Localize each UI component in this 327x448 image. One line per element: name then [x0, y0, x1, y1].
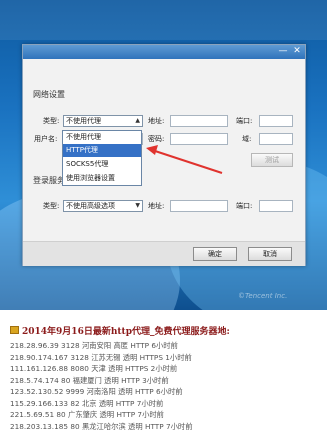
- network-section-title: 网络设置: [33, 90, 65, 99]
- domain-label: 域:: [242, 135, 252, 143]
- domain-input[interactable]: [259, 133, 293, 145]
- login-port-input[interactable]: [259, 200, 293, 212]
- login-type-value: 不使用高级选项: [66, 202, 115, 210]
- address-input[interactable]: [170, 115, 228, 127]
- password-input[interactable]: [170, 133, 228, 145]
- username-label: 用户名:: [34, 135, 58, 143]
- background-highlight: [0, 0, 327, 40]
- folder-icon: [10, 326, 19, 334]
- port-input[interactable]: [259, 115, 293, 127]
- test-button[interactable]: 测试: [251, 153, 293, 167]
- dialog-titlebar: — ✕: [23, 45, 305, 59]
- chevron-down-icon: ▲: [135, 117, 140, 124]
- proxy-type-value: 不使用代理: [66, 117, 101, 125]
- dropdown-option-http-proxy[interactable]: HTTP代理: [63, 144, 141, 157]
- proxy-list: 218.28.96.39 3128 河南安阳 高匿 HTTP 6小时前 218.…: [10, 340, 325, 432]
- dialog-footer: 确定 取消: [23, 241, 305, 266]
- login-address-input[interactable]: [170, 200, 228, 212]
- login-type-select[interactable]: 不使用高级选项 ▼: [63, 200, 143, 212]
- article-title: 2014年9月16日最新http代理_免费代理服务器地:: [22, 327, 230, 337]
- dropdown-option-browser-settings[interactable]: 使用浏览器设置: [63, 172, 141, 185]
- proxy-row: 218.90.174.167 3128 江苏无锡 透明 HTTPS 1小时前: [10, 352, 192, 362]
- proxy-type-select[interactable]: 不使用代理 ▲: [63, 115, 143, 127]
- proxy-row: 218.203.13.185 80 黑龙江哈尔滨 透明 HTTP 7小时前: [10, 421, 193, 431]
- proxy-row: 111.161.126.88 8080 天津 透明 HTTPS 2小时前: [10, 364, 178, 373]
- proxy-row: 218.28.96.39 3128 河南安阳 高匿 HTTP 6小时前: [10, 341, 178, 350]
- cancel-button[interactable]: 取消: [248, 247, 292, 261]
- watermark: ©Tencent Inc.: [238, 292, 288, 300]
- proxy-row: 218.5.74.174 80 福建厦门 透明 HTTP 3小时前: [10, 375, 169, 385]
- port-label: 端口:: [236, 117, 253, 125]
- dropdown-option-socks5-proxy[interactable]: SOCKS5代理: [63, 158, 141, 171]
- login-type-label: 类型:: [43, 202, 60, 210]
- login-address-label: 地址:: [148, 202, 165, 210]
- proxy-row: 221.5.69.51 80 广东肇庆 透明 HTTP 7小时前: [10, 410, 164, 419]
- qq-screenshot: ©Tencent Inc. — ✕ 网络设置 类型: 不使用代理 ▲ 地址: 端…: [0, 0, 327, 310]
- close-icon[interactable]: ✕: [291, 46, 303, 57]
- login-port-label: 端口:: [236, 202, 253, 210]
- address-label: 地址:: [148, 117, 165, 125]
- minimize-icon[interactable]: —: [277, 46, 289, 57]
- proxy-row: 115.29.166.133 82 北京 透明 HTTP 7小时前: [10, 398, 164, 408]
- chevron-down-icon: ▼: [135, 202, 140, 209]
- type-label: 类型:: [43, 117, 60, 125]
- password-label: 密码:: [148, 135, 165, 143]
- dropdown-option-no-proxy[interactable]: 不使用代理: [63, 131, 141, 144]
- proxy-row: 123.52.130.52 9999 河南洛阳 透明 HTTP 6小时前: [10, 387, 183, 396]
- proxy-type-dropdown: 不使用代理 HTTP代理 SOCKS5代理 使用浏览器设置: [62, 130, 142, 186]
- ok-button[interactable]: 确定: [193, 247, 237, 261]
